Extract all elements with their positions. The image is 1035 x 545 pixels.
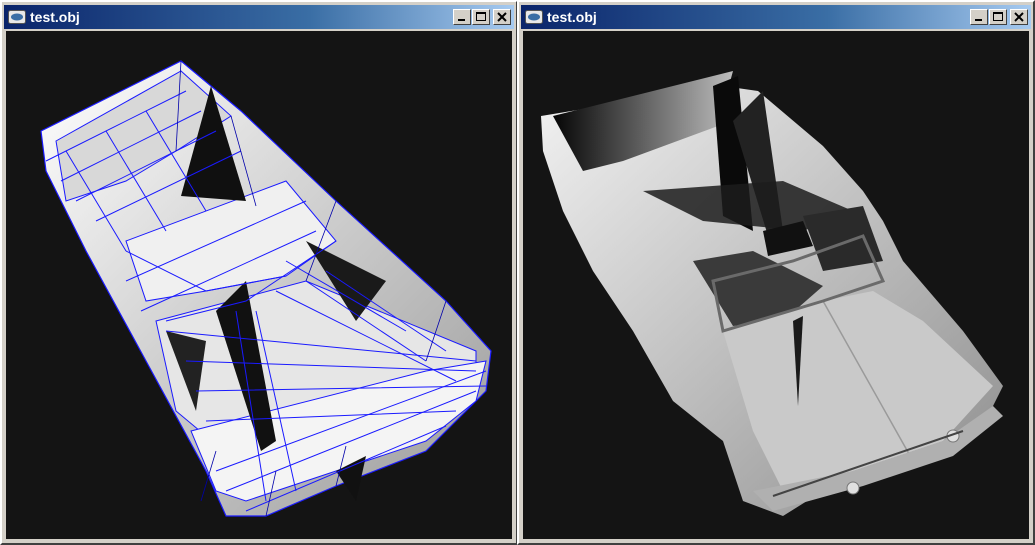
render-viewport[interactable] xyxy=(6,31,512,539)
car-model-shaded xyxy=(541,71,1003,516)
maximize-button[interactable] xyxy=(472,9,490,25)
maximize-button[interactable] xyxy=(989,9,1007,25)
render-viewport[interactable] xyxy=(523,31,1029,539)
close-button[interactable] xyxy=(1010,9,1028,25)
minimize-icon xyxy=(975,19,982,21)
window-title: test.obj xyxy=(30,9,80,25)
close-icon xyxy=(1014,12,1024,22)
app-icon xyxy=(525,10,543,24)
maximize-icon xyxy=(993,12,1003,21)
close-button[interactable] xyxy=(493,9,511,25)
window-title: test.obj xyxy=(547,9,597,25)
viewer-window-right[interactable]: test.obj xyxy=(517,0,1035,545)
car-model-wireframe xyxy=(40,60,492,517)
viewer-window-left[interactable]: test.obj xyxy=(0,0,518,545)
app-icon xyxy=(8,10,26,24)
maximize-icon xyxy=(476,12,486,21)
minimize-icon xyxy=(458,19,465,21)
title-bar[interactable]: test.obj xyxy=(4,5,514,29)
close-icon xyxy=(497,12,507,22)
title-bar[interactable]: test.obj xyxy=(521,5,1031,29)
minimize-button[interactable] xyxy=(970,9,988,25)
minimize-button[interactable] xyxy=(453,9,471,25)
